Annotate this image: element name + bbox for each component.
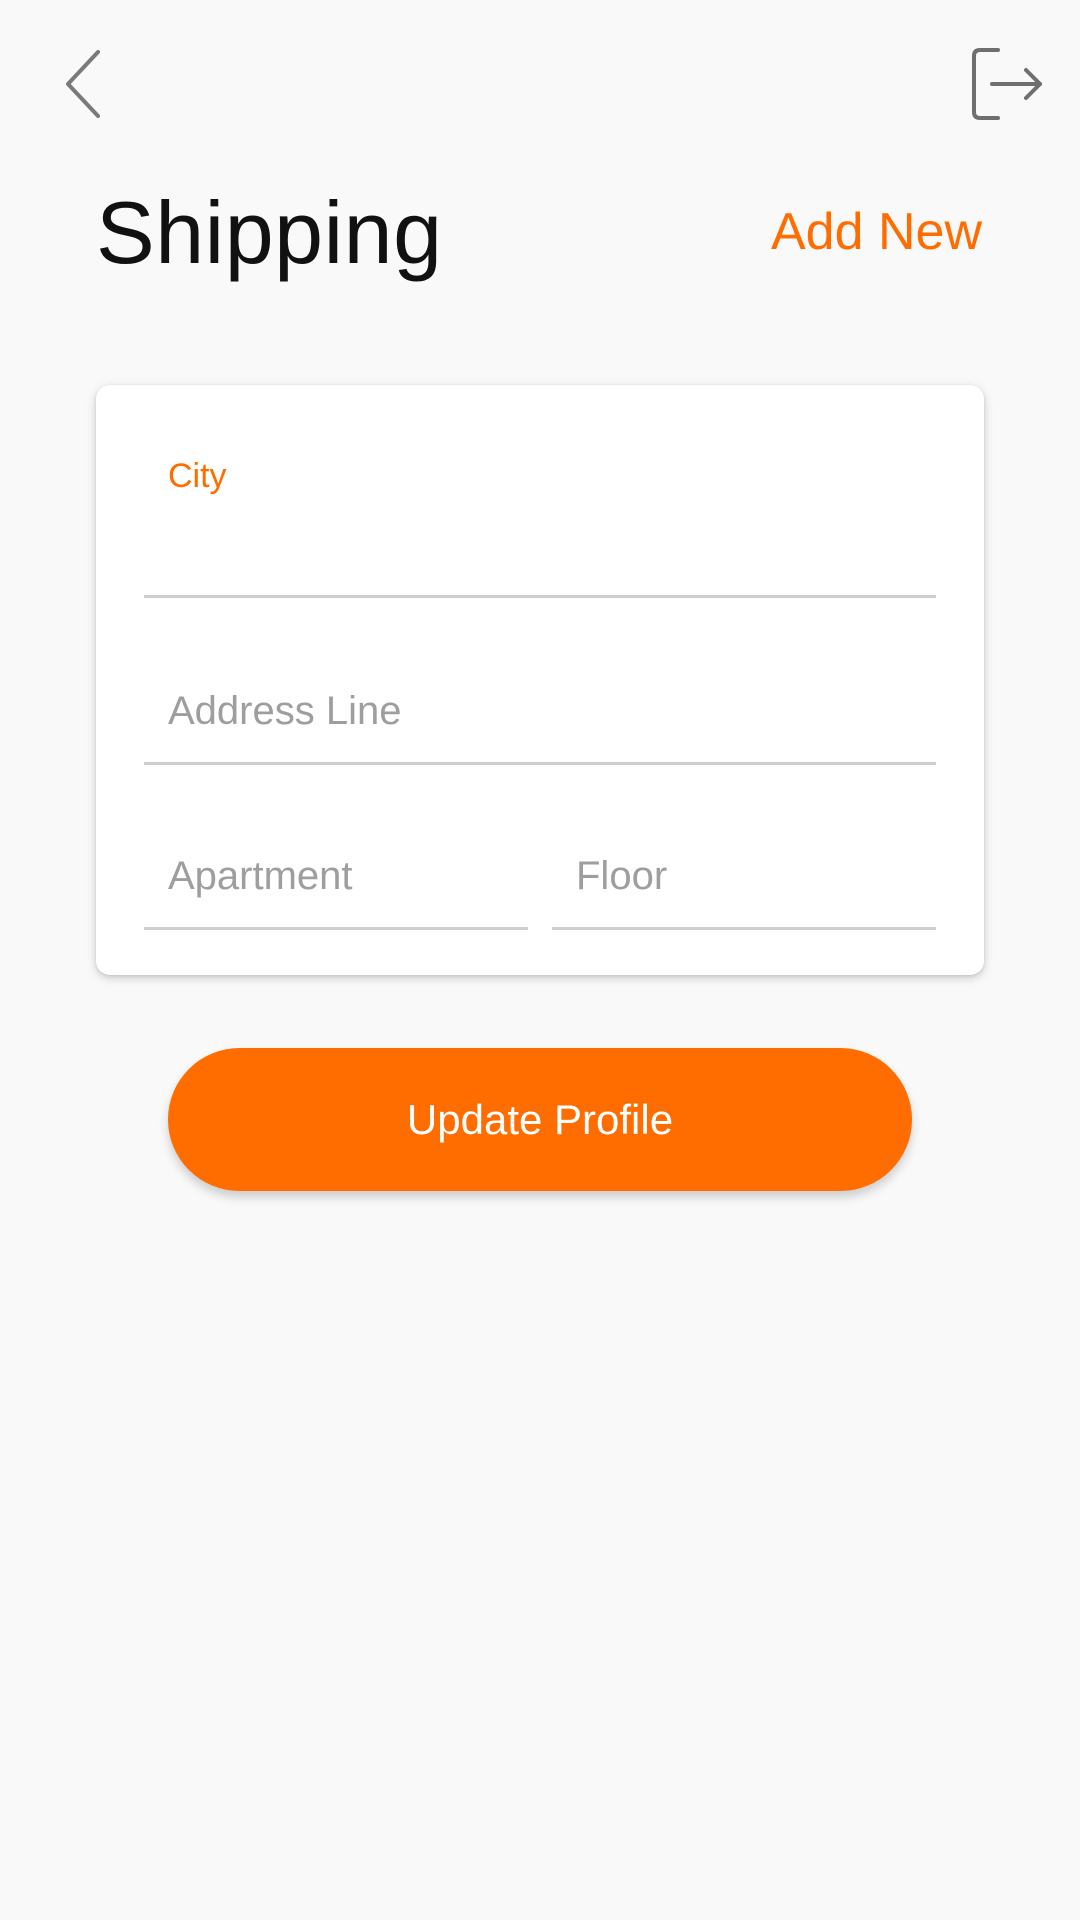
logout-button[interactable] xyxy=(968,44,1044,124)
page-title: Shipping xyxy=(96,183,443,282)
address-line-input[interactable] xyxy=(144,625,936,762)
address-line-input-container: Address Line xyxy=(144,625,936,765)
city-input-container: City xyxy=(144,385,936,598)
update-profile-button[interactable]: Update Profile xyxy=(168,1048,912,1191)
floor-input-container: Floor xyxy=(552,790,936,930)
chevron-left-icon xyxy=(66,50,100,118)
back-button[interactable] xyxy=(54,44,114,124)
apartment-input-container: Apartment xyxy=(144,790,528,930)
logout-icon xyxy=(972,48,1042,120)
city-input[interactable] xyxy=(144,505,936,598)
shipping-screen: Shipping Add New City Address Line Apartme… xyxy=(0,0,1080,1920)
city-input-label: City xyxy=(168,457,227,495)
apartment-input[interactable] xyxy=(144,790,528,927)
shipping-form-card: City Address Line Apartment Floor xyxy=(96,385,984,975)
add-new-link[interactable]: Add New xyxy=(771,198,982,266)
floor-input[interactable] xyxy=(552,790,936,927)
